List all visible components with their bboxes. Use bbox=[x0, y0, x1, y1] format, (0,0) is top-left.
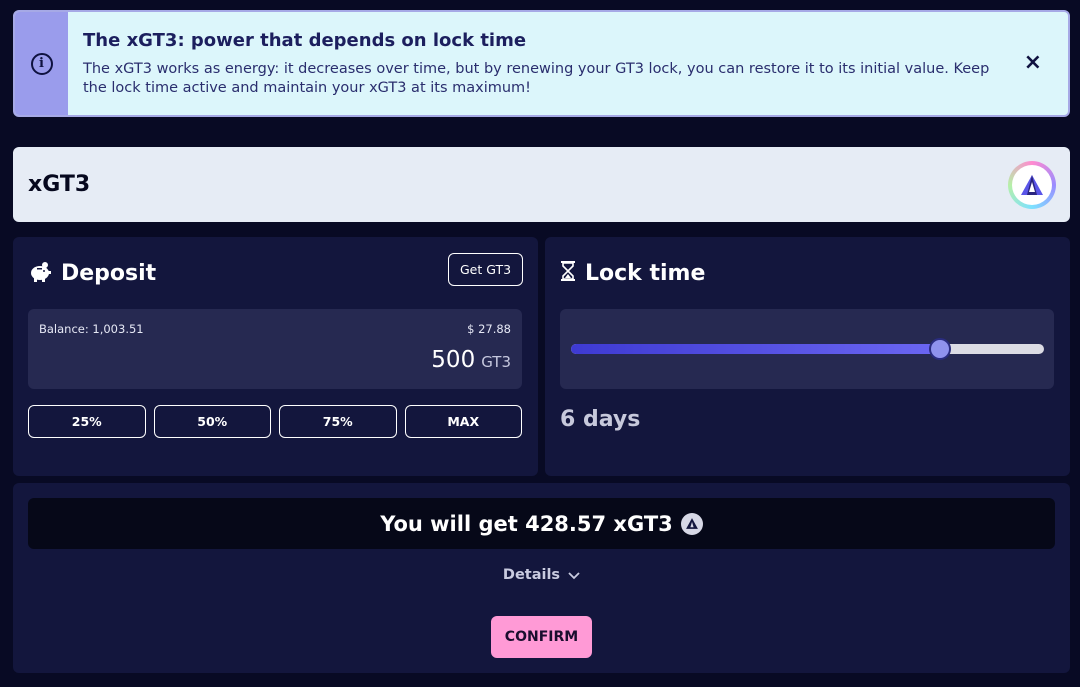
percent-buttons: 25% 50% 75% MAX bbox=[28, 405, 522, 438]
alert-text: The xGT3 works as energy: it decreases o… bbox=[83, 61, 990, 96]
lock-time-slider-thumb[interactable] bbox=[928, 338, 951, 360]
lock-time-value: 6 days bbox=[560, 407, 641, 432]
percent-max-button[interactable]: MAX bbox=[404, 405, 522, 438]
result-text: You will get 428.57 xGT3 bbox=[380, 511, 673, 536]
xgt3-token-icon bbox=[680, 512, 703, 535]
lock-time-slider-box bbox=[560, 309, 1054, 389]
chevron-down-icon bbox=[568, 565, 580, 584]
lock-time-title: Lock time bbox=[585, 260, 706, 286]
deposit-title: Deposit bbox=[61, 260, 157, 286]
deposit-header: Deposit bbox=[28, 260, 156, 286]
amount-value: 500 GT3 bbox=[431, 347, 511, 373]
lock-time-header: Lock time bbox=[560, 260, 705, 286]
amount-unit: GT3 bbox=[481, 353, 511, 371]
percent-25-button[interactable]: 25% bbox=[28, 405, 146, 438]
balance-label: Balance: 1,003.51 bbox=[39, 322, 144, 336]
result-bar: You will get 428.57 xGT3 bbox=[28, 498, 1055, 549]
usd-value: $ 27.88 bbox=[467, 322, 511, 336]
xgt3-logo-icon bbox=[1008, 160, 1056, 209]
alert-body: The xGT3: power that depends on lock tim… bbox=[68, 12, 1068, 115]
percent-50-button[interactable]: 50% bbox=[153, 405, 271, 438]
info-icon: i bbox=[30, 52, 53, 75]
lock-time-slider-track[interactable] bbox=[571, 338, 1044, 360]
details-toggle[interactable]: Details bbox=[13, 565, 1070, 584]
lock-time-card: Lock time 6 days bbox=[545, 237, 1070, 476]
token-header: xGT3 bbox=[13, 147, 1070, 222]
deposit-card: Deposit Get GT3 Balance: 1,003.51 $ 27.8… bbox=[13, 237, 538, 476]
info-alert: i The xGT3: power that depends on lock t… bbox=[13, 10, 1070, 117]
get-gt3-button[interactable]: Get GT3 bbox=[448, 253, 523, 286]
alert-title: The xGT3: power that depends on lock tim… bbox=[83, 30, 527, 51]
deposit-amount-input[interactable]: Balance: 1,003.51 $ 27.88 500 GT3 bbox=[28, 309, 522, 389]
hourglass-icon bbox=[560, 260, 576, 286]
close-icon[interactable]: × bbox=[1024, 52, 1042, 74]
details-label: Details bbox=[502, 566, 561, 583]
confirm-button[interactable]: CONFIRM bbox=[491, 616, 592, 658]
piggy-bank-icon bbox=[28, 260, 52, 286]
alert-side-strip: i bbox=[15, 12, 68, 115]
token-title: xGT3 bbox=[28, 172, 91, 197]
result-card: You will get 428.57 xGT3 Details CONFIRM bbox=[13, 483, 1070, 673]
amount-number: 500 bbox=[431, 347, 476, 373]
percent-75-button[interactable]: 75% bbox=[279, 405, 397, 438]
lock-time-slider-fill bbox=[571, 344, 940, 354]
